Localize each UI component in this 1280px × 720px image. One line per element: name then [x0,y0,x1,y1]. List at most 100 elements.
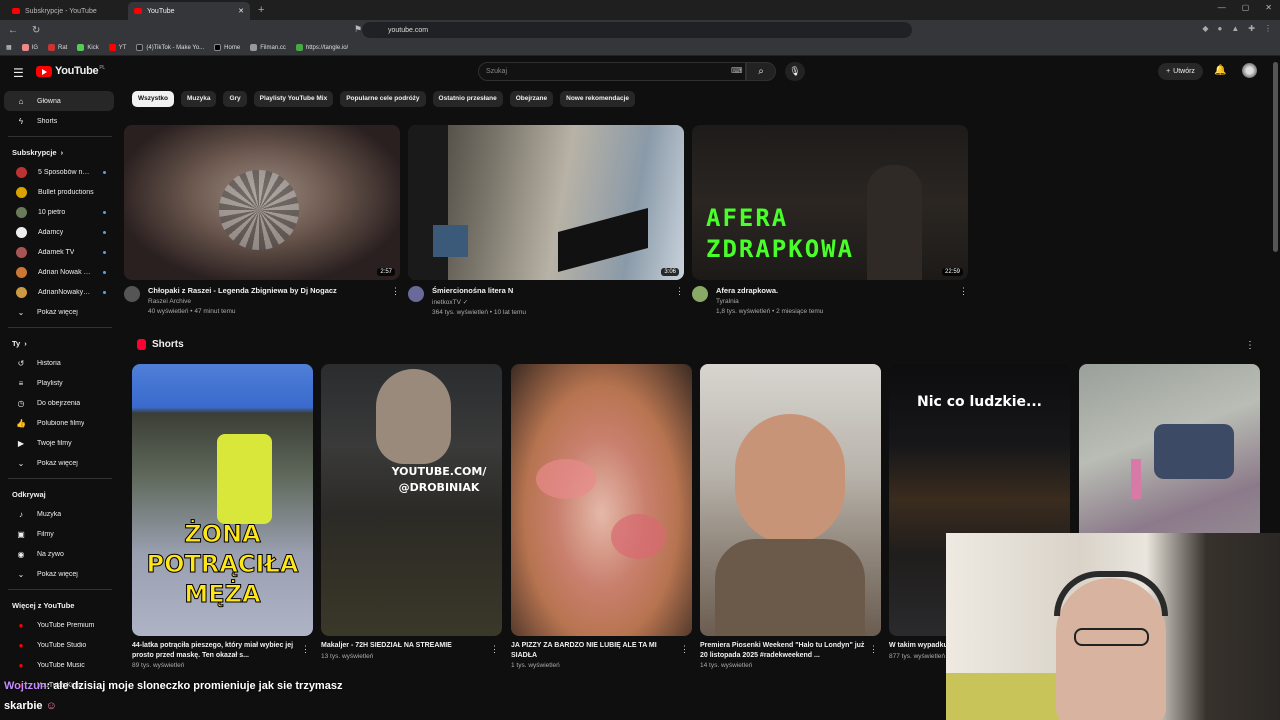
sidebar-item-home[interactable]: ⌂ Główna [4,91,114,111]
video-card[interactable]: 3:06 Śmiercionośna litera N inetkoxTV ✓ 36… [408,125,684,316]
bookmark-item[interactable]: https://tangle.io/ [295,44,348,51]
video-card[interactable]: 2:57 Chłopaki z Raszei - Legenda Zbignie… [124,125,400,315]
bookmark-item[interactable]: Filman.cc [250,44,286,51]
sidebar-subscription[interactable]: Adamek TV [4,242,114,262]
chip[interactable]: Popularne cele podróży [340,91,426,107]
bookmark-item[interactable]: (4)TikTok - Make Yo... [136,44,204,51]
maximize-icon[interactable]: ▢ [1242,3,1250,12]
apps-icon[interactable]: ▦ [6,44,12,51]
extension-icon[interactable]: ▲ [1231,24,1239,33]
sidebar-item-live[interactable]: ◉ Na żywo [4,544,114,564]
video-thumbnail[interactable]: 3:06 [408,125,684,280]
close-tab-icon[interactable]: ✕ [238,7,244,15]
puzzle-icon[interactable]: ✚ [1248,24,1255,33]
channel-name[interactable]: Tyralnia [716,298,823,305]
chip-all[interactable]: Wszystko [132,91,174,107]
short-card[interactable]: JA PIZZY ZA BARDZO NIE LUBIĘ ALE TA MI S… [511,364,692,669]
more-options-icon[interactable]: ⋮ [869,644,878,655]
short-card[interactable]: ŻONA POTRĄCIŁA MĘŻA 44-latka potrąciła p… [132,364,313,669]
search-button[interactable]: ⌕ [746,62,776,81]
youtube-logo[interactable]: YouTube PL [36,65,105,77]
bookmark-item[interactable]: Rat [48,44,67,51]
sidebar-subscription[interactable]: Bullet productions [4,182,114,202]
menu-icon[interactable]: ⋮ [1264,24,1272,33]
channel-name[interactable]: inetkoxTV ✓ [432,298,526,306]
keyboard-icon[interactable]: ⌨ [731,66,743,75]
video-title[interactable]: Chłopaki z Raszei - Legenda Zbigniewa by… [148,286,337,296]
account-avatar[interactable] [1242,63,1257,78]
you-heading[interactable]: Ty › [0,333,120,353]
channel-avatar[interactable] [408,286,424,302]
sidebar-item-shorts[interactable]: ϟ Shorts [4,111,114,131]
sidebar-show-more[interactable]: ⌄ Pokaż więcej [4,302,114,322]
sidebar-show-more[interactable]: ⌄ Pokaż więcej [4,453,114,473]
more-options-icon[interactable]: ⋮ [391,286,400,297]
url-field[interactable]: youtube.com [362,22,912,38]
video-card[interactable]: AFERA ZDRAPKOWA 22:59 Afera zdrapkowa. Ty… [692,125,968,315]
voice-search-button[interactable]: 🎙 [785,62,805,81]
sidebar-show-more[interactable]: ⌄ Pokaż więcej [4,564,114,584]
sidebar-item-music-app[interactable]: ● YouTube Music [4,655,114,675]
more-options-icon[interactable]: ⋮ [680,644,689,655]
short-card[interactable]: YOUTUBE.COM/ @DROBINIAK Makaljer - 72H S… [321,364,502,660]
channel-avatar[interactable] [692,286,708,302]
extension-icon[interactable]: ● [1218,24,1223,33]
more-options-icon[interactable]: ⋮ [959,286,968,297]
bookmark-item[interactable]: YT [108,44,126,51]
short-title[interactable]: 44-latka potrąciła pieszego, który miał … [132,641,313,660]
reload-icon[interactable]: ↻ [32,25,40,36]
chip[interactable]: Ostatnio przesłane [432,91,503,107]
video-title[interactable]: Afera zdrapkowa. [716,286,823,296]
browser-tab[interactable]: Subskrypcje - YouTube [6,2,128,20]
sidebar-item-liked[interactable]: 👍 Polubione filmy [4,413,114,433]
bookmark-icon[interactable]: ⚑ [354,24,362,35]
short-thumbnail[interactable] [511,364,692,636]
short-thumbnail[interactable] [700,364,881,636]
browser-tab-active[interactable]: YouTube ✕ [128,2,250,20]
sidebar-item-music[interactable]: ♪ Muzyka [4,504,114,524]
video-thumbnail[interactable]: AFERA ZDRAPKOWA 22:59 [692,125,968,280]
short-thumbnail[interactable]: YOUTUBE.COM/ @DROBINIAK [321,364,502,636]
subscriptions-heading[interactable]: Subskrypcje › [0,142,120,162]
more-options-icon[interactable]: ⋮ [301,644,310,655]
video-thumbnail[interactable]: 2:57 [124,125,400,280]
sidebar-subscription[interactable]: Adrian Nowak Żalno [4,262,114,282]
short-title[interactable]: Makaljer - 72H SIEDZIAŁ NA STREAMIE [321,641,502,651]
chip[interactable]: Gry [223,91,247,107]
chip[interactable]: Muzyka [180,91,217,107]
chip[interactable]: Nowe rekomendacje [560,91,635,107]
search-input[interactable]: Szukaj [478,62,746,81]
extension-icon[interactable]: ◆ [1202,24,1208,33]
sidebar-subscription[interactable]: AdrianNowakyoutu... [4,282,114,302]
channel-name[interactable]: Raszei Archive [148,298,337,305]
create-button[interactable]: + Utwórz [1158,63,1203,80]
notifications-bell-icon[interactable]: 🔔 [1214,65,1226,76]
bookmark-item[interactable]: IG [21,44,38,51]
new-tab-icon[interactable]: + [258,4,264,16]
more-options-icon[interactable]: ⋮ [675,286,684,297]
bookmark-item[interactable]: Home [214,44,240,51]
chip[interactable]: Obejrzane [509,91,554,107]
bookmark-item[interactable]: Kick [77,44,99,51]
sidebar-item-premium[interactable]: ● YouTube Premium [4,615,114,635]
sidebar-subscription[interactable]: 5 Sposobów na... [4,162,114,182]
hamburger-menu-icon[interactable]: ☰ [13,66,24,80]
chip[interactable]: Playlisty YouTube Mix [253,91,334,107]
sidebar-subscription[interactable]: 10 pietro [4,202,114,222]
sidebar-item-films[interactable]: ▣ Filmy [4,524,114,544]
short-thumbnail[interactable]: ŻONA POTRĄCIŁA MĘŻA [132,364,313,636]
sidebar-item-watch-later[interactable]: ◷ Do obejrzenia [4,393,114,413]
short-title[interactable]: Premiera Piosenki Weekend "Halo tu Londy… [700,641,881,660]
sidebar-item-playlists[interactable]: ≡ Playlisty [4,373,114,393]
short-title[interactable]: JA PIZZY ZA BARDZO NIE LUBIĘ ALE TA MI S… [511,641,692,660]
close-window-icon[interactable]: ✕ [1265,3,1272,12]
video-title[interactable]: Śmiercionośna litera N [432,286,526,296]
sidebar-item-your-videos[interactable]: ▶ Twoje filmy [4,433,114,453]
sidebar-item-studio[interactable]: ● YouTube Studio [4,635,114,655]
more-options-icon[interactable]: ⋮ [1245,340,1255,351]
minimize-icon[interactable]: — [1218,3,1226,12]
more-options-icon[interactable]: ⋮ [490,644,499,655]
short-card[interactable]: Premiera Piosenki Weekend "Halo tu Londy… [700,364,881,669]
channel-avatar[interactable] [124,286,140,302]
scrollbar[interactable] [1273,62,1278,252]
